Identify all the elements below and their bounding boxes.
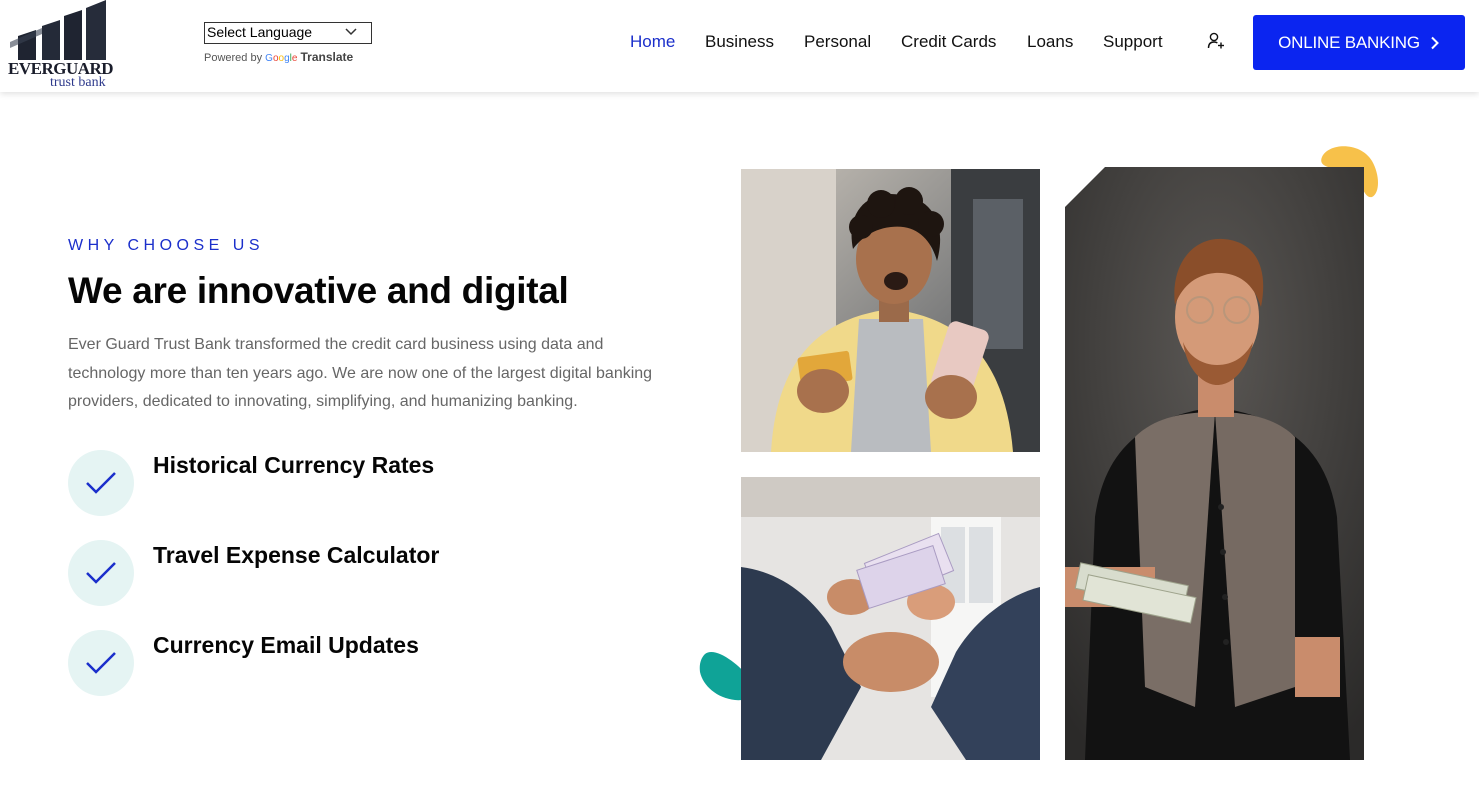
section-description: Ever Guard Trust Bank transformed the cr… — [68, 336, 653, 410]
feature-item: Travel Expense Calculator — [68, 540, 488, 606]
chevron-right-icon — [1431, 36, 1439, 49]
powered-by-text: Powered by — [204, 52, 263, 64]
chevron-down-icon — [345, 28, 357, 36]
bank-logo[interactable]: EVERGUARD trust bank — [6, 0, 118, 90]
nav-support[interactable]: Support — [1103, 32, 1163, 52]
feature-label: Travel Expense Calculator — [153, 542, 440, 568]
language-select[interactable]: Select Language — [204, 22, 372, 44]
logo-subtitle: trust bank — [50, 75, 106, 90]
online-banking-button[interactable]: ONLINE BANKING — [1253, 15, 1465, 70]
nav-business[interactable]: Business — [705, 32, 774, 52]
check-badge — [68, 450, 134, 516]
section-eyebrow: WHY CHOOSE US — [68, 237, 264, 254]
check-icon — [86, 562, 116, 584]
photo-man-with-card-and-phone — [741, 169, 1040, 452]
check-icon — [86, 472, 116, 494]
check-icon — [86, 652, 116, 674]
nav-credit-cards[interactable]: Credit Cards — [901, 32, 996, 52]
google-logo[interactable]: Google — [265, 53, 297, 64]
feature-item: Historical Currency Rates — [68, 450, 488, 516]
feature-label: Historical Currency Rates — [153, 452, 435, 478]
nav-personal[interactable]: Personal — [804, 32, 871, 52]
translate-link[interactable]: Translate — [300, 50, 353, 64]
nav-loans[interactable]: Loans — [1027, 32, 1073, 52]
photo-man-holding-cash — [1065, 167, 1364, 760]
feature-item: Currency Email Updates — [68, 630, 488, 696]
check-badge — [68, 540, 134, 606]
nav-home[interactable]: Home — [630, 32, 675, 52]
powered-by-line: Powered by Google Translate — [204, 50, 372, 64]
google-translate-widget: Select Language Powered by Google Transl… — [204, 22, 372, 64]
logo-mark-icon — [10, 0, 106, 60]
language-select-value: Select Language — [207, 24, 313, 40]
section-headline: We are innovative and digital — [68, 270, 569, 311]
online-banking-label: ONLINE BANKING — [1278, 32, 1420, 52]
user-plus-icon[interactable] — [1207, 32, 1225, 50]
site-header: EVERGUARD trust bank Select Language Pow… — [0, 0, 1479, 92]
check-badge — [68, 630, 134, 696]
photo-handshake-with-money — [741, 477, 1040, 760]
feature-label: Currency Email Updates — [153, 632, 419, 658]
